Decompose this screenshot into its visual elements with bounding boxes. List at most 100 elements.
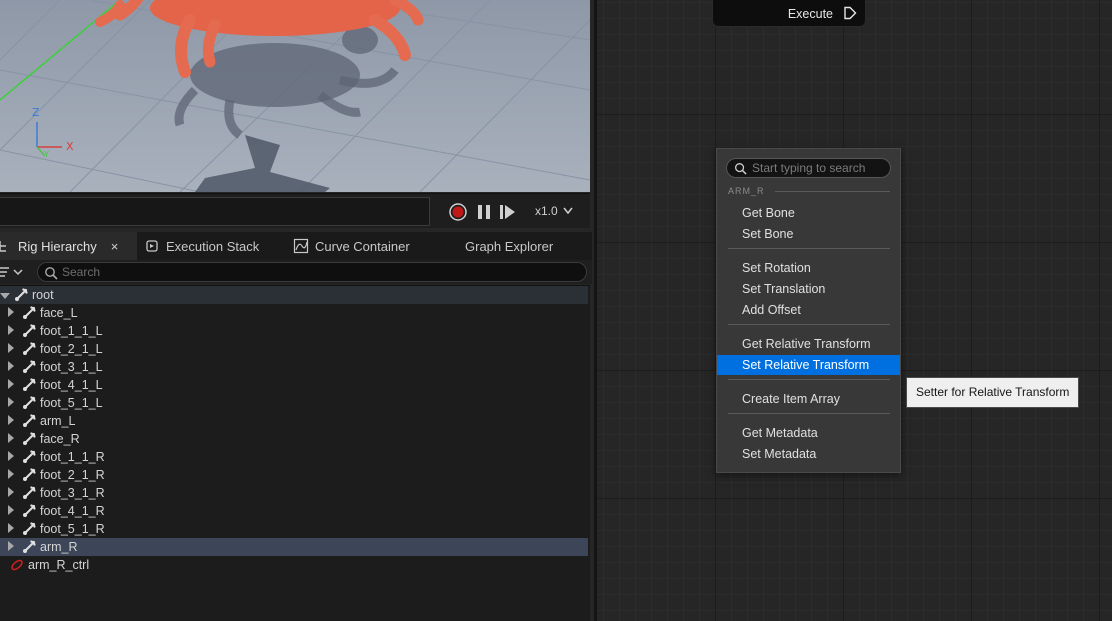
menu-item-set-translation[interactable]: Set Translation bbox=[717, 279, 900, 299]
bone-icon bbox=[23, 522, 36, 535]
expand-arrow-right-icon[interactable] bbox=[8, 487, 14, 497]
expand-arrow-right-icon[interactable] bbox=[8, 451, 14, 461]
control-icon bbox=[11, 559, 23, 571]
expand-arrow-right-icon[interactable] bbox=[8, 397, 14, 407]
tree-row-label: foot_5_1_L bbox=[40, 396, 103, 410]
bone-icon bbox=[23, 396, 36, 409]
bone-icon bbox=[23, 324, 36, 337]
bone-icon bbox=[23, 306, 36, 319]
tree-row[interactable]: arm_R bbox=[0, 538, 588, 556]
expand-arrow-right-icon[interactable] bbox=[8, 325, 14, 335]
bone-icon bbox=[23, 360, 36, 373]
tree-row[interactable]: face_L bbox=[0, 304, 588, 322]
tree-row-label: foot_3_1_R bbox=[40, 486, 105, 500]
tab-execution-stack[interactable]: Execution Stack bbox=[144, 232, 284, 260]
expand-arrow-right-icon[interactable] bbox=[8, 433, 14, 443]
expand-arrow-right-icon[interactable] bbox=[8, 469, 14, 479]
tree-row[interactable]: foot_5_1_R bbox=[0, 520, 588, 538]
menu-item-add-offset[interactable]: Add Offset bbox=[717, 300, 900, 320]
hierarchy-icon bbox=[0, 241, 6, 252]
expand-arrow-right-icon[interactable] bbox=[8, 541, 14, 551]
tree-row[interactable]: foot_3_1_L bbox=[0, 358, 588, 376]
expand-arrow-right-icon[interactable] bbox=[8, 505, 14, 515]
expand-arrow-right-icon[interactable] bbox=[8, 307, 14, 317]
tree-row[interactable]: foot_3_1_R bbox=[0, 484, 588, 502]
tree-row[interactable]: foot_1_1_L bbox=[0, 322, 588, 340]
hierarchy-search bbox=[37, 262, 587, 282]
bone-icon bbox=[15, 288, 28, 301]
tree-row[interactable]: arm_L bbox=[0, 412, 588, 430]
tree-row[interactable]: foot_2_1_R bbox=[0, 466, 588, 484]
playback-speed-label: x1.0 bbox=[535, 204, 558, 218]
execute-node[interactable]: Execute bbox=[712, 0, 866, 27]
pause-button[interactable] bbox=[475, 203, 493, 221]
hierarchy-search-input[interactable] bbox=[62, 264, 572, 280]
menu-category-divider bbox=[775, 191, 890, 192]
tab-rig-hierarchy[interactable]: Rig Hierarchy × bbox=[0, 232, 137, 260]
viewport[interactable]: Z X Y bbox=[0, 0, 590, 192]
playback-speed-dropdown[interactable]: x1.0 bbox=[535, 204, 573, 218]
expand-arrow-right-icon[interactable] bbox=[8, 523, 14, 533]
menu-item-get-bone[interactable]: Get Bone bbox=[717, 203, 900, 223]
tree-row-label: arm_R_ctrl bbox=[28, 558, 90, 572]
context-menu-search-input[interactable] bbox=[752, 160, 887, 176]
menu-item-set-rotation[interactable]: Set Rotation bbox=[717, 258, 900, 278]
menu-item-get-relative-transform[interactable]: Get Relative Transform bbox=[717, 334, 900, 354]
close-icon[interactable]: × bbox=[111, 239, 119, 254]
bone-icon bbox=[23, 342, 36, 355]
menu-separator bbox=[728, 248, 890, 249]
bone-icon bbox=[23, 540, 36, 553]
expand-arrow-down-icon[interactable] bbox=[0, 293, 10, 299]
menu-item-create-item-array[interactable]: Create Item Array bbox=[717, 389, 900, 409]
bone-icon bbox=[23, 450, 36, 463]
tree-row-label: root bbox=[32, 288, 54, 302]
expand-arrow-right-icon[interactable] bbox=[8, 361, 14, 371]
menu-separator bbox=[728, 324, 890, 325]
tree-row[interactable]: foot_4_1_L bbox=[0, 376, 588, 394]
tree-row-label: foot_1_1_L bbox=[40, 324, 103, 338]
chevron-down-icon bbox=[563, 207, 573, 215]
execute-node-label: Execute bbox=[787, 7, 833, 21]
tree-row[interactable]: face_R bbox=[0, 430, 588, 448]
expand-arrow-right-icon[interactable] bbox=[8, 343, 14, 353]
tree-row[interactable]: arm_R_ctrl bbox=[0, 556, 588, 574]
menu-item-set-relative-transform[interactable]: Set Relative Transform bbox=[717, 355, 900, 375]
tree-row-label: face_L bbox=[40, 306, 78, 320]
expand-arrow-right-icon[interactable] bbox=[8, 379, 14, 389]
tree-row[interactable]: foot_1_1_R bbox=[0, 448, 588, 466]
tooltip: Setter for Relative Transform bbox=[906, 377, 1079, 408]
axis-label-z: Z bbox=[32, 106, 40, 119]
tab-curve-container[interactable]: Curve Container bbox=[293, 232, 443, 260]
menu-item-set-bone[interactable]: Set Bone bbox=[717, 224, 900, 244]
tree-row[interactable]: root bbox=[0, 286, 588, 304]
tree-row-label: foot_5_1_R bbox=[40, 522, 105, 536]
tree-row-label: face_R bbox=[40, 432, 80, 446]
tree-row-label: foot_2_1_L bbox=[40, 342, 103, 356]
record-button[interactable] bbox=[449, 203, 467, 221]
bone-icon bbox=[23, 414, 36, 427]
exec-pin-icon[interactable] bbox=[843, 6, 857, 20]
tab-graph-explorer[interactable]: Graph Explorer bbox=[465, 232, 585, 260]
tree-row[interactable]: foot_4_1_R bbox=[0, 502, 588, 520]
tab-label: Execution Stack bbox=[166, 238, 260, 254]
context-menu: ARM_R Get BoneSet Bone Set RotationSet Tr… bbox=[716, 148, 901, 473]
timeline-field[interactable] bbox=[0, 197, 430, 226]
tree-row-label: arm_L bbox=[40, 414, 76, 428]
search-icon bbox=[45, 267, 58, 280]
filter-icon[interactable] bbox=[0, 264, 28, 280]
menu-separator bbox=[728, 413, 890, 414]
expand-arrow-right-icon[interactable] bbox=[8, 415, 14, 425]
tree-row-label: foot_4_1_L bbox=[40, 378, 103, 392]
tree-row-label: arm_R bbox=[40, 540, 78, 554]
step-forward-button[interactable] bbox=[498, 203, 516, 221]
search-icon bbox=[735, 163, 747, 175]
context-menu-search bbox=[726, 158, 891, 178]
tree-row[interactable]: foot_2_1_L bbox=[0, 340, 588, 358]
menu-item-set-metadata[interactable]: Set Metadata bbox=[717, 444, 900, 464]
menu-separator bbox=[728, 379, 890, 380]
tab-label: Curve Container bbox=[315, 238, 410, 254]
menu-item-get-metadata[interactable]: Get Metadata bbox=[717, 423, 900, 443]
tree-row[interactable]: foot_5_1_L bbox=[0, 394, 588, 412]
axis-label-y: Y bbox=[44, 150, 49, 159]
rig-hierarchy-tree: root face_L foot_1_1_L foot_2_1_L foot_3_1_L… bbox=[0, 285, 590, 621]
